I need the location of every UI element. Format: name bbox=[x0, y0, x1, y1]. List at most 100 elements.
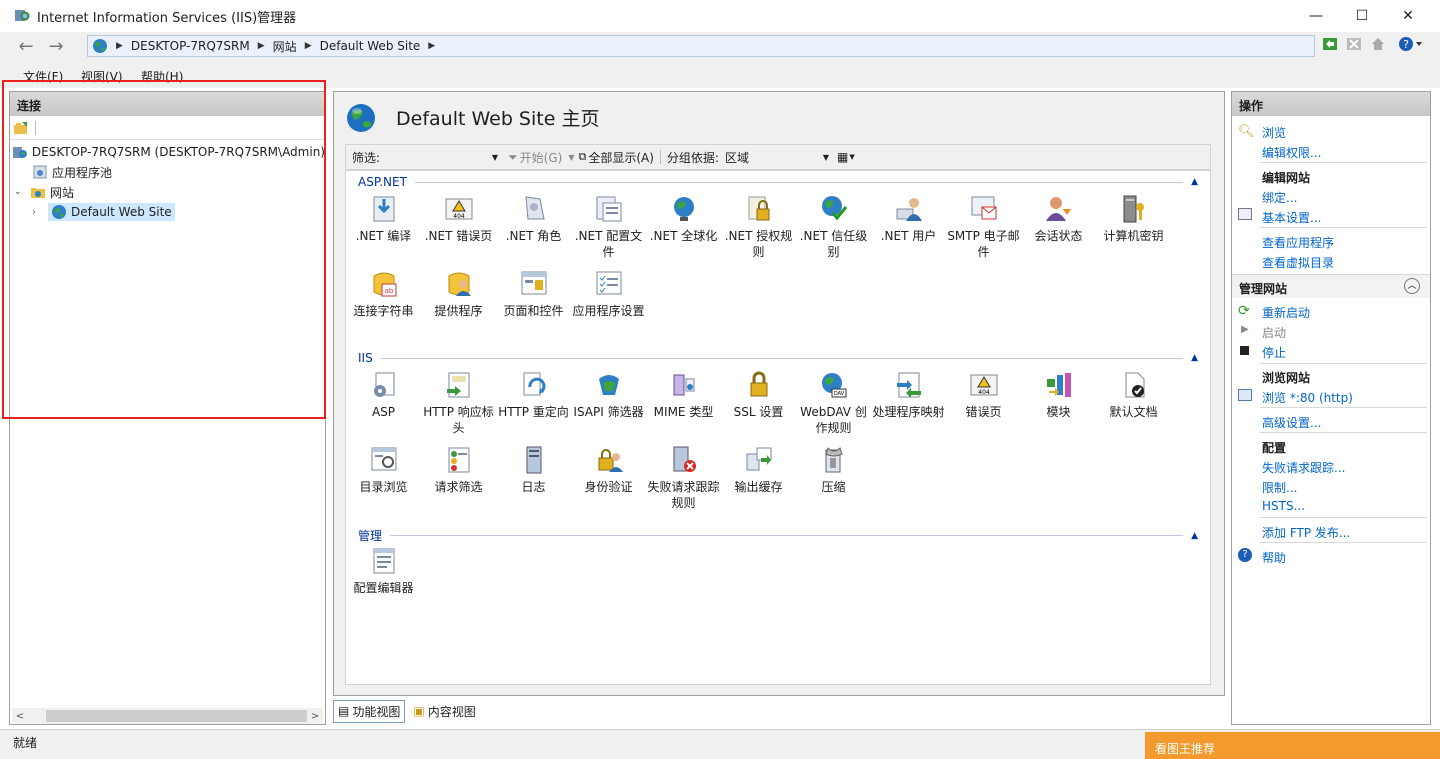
feature-item[interactable]: 配置编辑器 bbox=[346, 545, 421, 596]
action-view-applications[interactable]: 查看应用程序 bbox=[1262, 234, 1334, 251]
feature-item[interactable]: 页面和控件 bbox=[496, 268, 571, 319]
action-bindings[interactable]: 绑定... bbox=[1262, 189, 1297, 206]
home-icon[interactable] bbox=[1369, 35, 1387, 53]
action-restart[interactable]: 重新启动 bbox=[1262, 304, 1310, 321]
iis-app-icon bbox=[15, 10, 30, 21]
action-stop[interactable]: 停止 bbox=[1262, 344, 1286, 361]
refresh-icon[interactable] bbox=[1321, 35, 1339, 53]
section-management[interactable]: 管理 ▲ bbox=[358, 527, 1198, 544]
feature-item[interactable]: 提供程序 bbox=[421, 268, 496, 319]
feature-item[interactable]: 压缩 bbox=[796, 444, 871, 495]
content-view-icon: ▣ bbox=[413, 704, 425, 718]
feature-label: .NET 配置文件 bbox=[574, 229, 643, 259]
feature-item[interactable]: 输出缓存 bbox=[721, 444, 796, 495]
group-by-select[interactable]: 区域 ▼ bbox=[722, 147, 831, 167]
go-button[interactable]: ⏷ 开始(G) bbox=[508, 149, 562, 166]
feature-item[interactable]: 会话状态 bbox=[1021, 193, 1096, 244]
action-divider bbox=[1260, 227, 1427, 228]
feature-item[interactable]: 请求筛选 bbox=[421, 444, 496, 495]
feature-item[interactable]: 404 .NET 错误页 bbox=[421, 193, 496, 244]
section-aspnet[interactable]: ASP.NET ▲ bbox=[358, 175, 1198, 189]
collapse-icon[interactable]: ▲ bbox=[1191, 353, 1198, 363]
feature-item[interactable]: .NET 配置文件 bbox=[571, 193, 646, 260]
action-limits[interactable]: 限制... bbox=[1262, 479, 1297, 496]
feature-item[interactable]: SMTP 电子邮件 bbox=[946, 193, 1021, 260]
feature-item[interactable]: DAV WebDAV 创作规则 bbox=[796, 369, 871, 436]
forward-arrow-icon[interactable]: → bbox=[42, 35, 70, 57]
tab-features-view[interactable]: ▤ 功能视图 bbox=[333, 699, 406, 723]
feature-item[interactable]: 身份验证 bbox=[571, 444, 646, 495]
tab-content-view[interactable]: ▣ 内容视图 bbox=[411, 701, 477, 722]
breadcrumb-sites[interactable]: 网站 bbox=[273, 38, 297, 55]
scroll-left-icon[interactable]: < bbox=[12, 711, 28, 722]
feature-item[interactable]: .NET 用户 bbox=[871, 193, 946, 244]
feature-item[interactable]: ASP bbox=[346, 369, 421, 420]
action-hsts[interactable]: HSTS... bbox=[1262, 499, 1305, 513]
feature-item[interactable]: MIME 类型 bbox=[646, 369, 721, 420]
feature-item[interactable]: 模块 bbox=[1021, 369, 1096, 420]
feature-item[interactable]: ab 连接字符串 bbox=[346, 268, 421, 319]
feature-icon bbox=[1046, 373, 1071, 397]
action-browse-80[interactable]: 浏览 *:80 (http) bbox=[1262, 389, 1353, 406]
view-mode-button[interactable]: ▦ ▼ bbox=[837, 150, 855, 164]
go-dropdown-icon[interactable]: ▼ bbox=[568, 153, 574, 162]
maximize-button[interactable]: ☐ bbox=[1339, 0, 1385, 32]
feature-icon bbox=[748, 196, 769, 221]
feature-list: ASP.NET ▲ IIS ▲ 管理 ▲ .NET 编译 404 .NET 错误页 .NET… bbox=[345, 170, 1211, 685]
action-add-ftp[interactable]: 添加 FTP 发布... bbox=[1262, 524, 1350, 541]
feature-icon bbox=[373, 196, 394, 222]
feature-item[interactable]: .NET 编译 bbox=[346, 193, 421, 244]
action-help[interactable]: 帮助 bbox=[1262, 549, 1286, 566]
action-edit-permissions[interactable]: 编辑权限... bbox=[1262, 144, 1321, 161]
feature-item[interactable]: 日志 bbox=[496, 444, 571, 495]
breadcrumb-server[interactable]: DESKTOP-7RQ7SRM bbox=[131, 39, 250, 53]
horizontal-scrollbar[interactable]: < > bbox=[12, 708, 323, 724]
feature-item[interactable]: 处理程序映射 bbox=[871, 369, 946, 420]
back-arrow-icon[interactable]: ← bbox=[12, 35, 40, 57]
breadcrumb[interactable]: ▶ DESKTOP-7RQ7SRM ▶ 网站 ▶ Default Web Sit… bbox=[87, 35, 1315, 57]
action-advanced-settings[interactable]: 高级设置... bbox=[1262, 414, 1321, 431]
feature-item[interactable]: 404 错误页 bbox=[946, 369, 1021, 420]
collapse-icon[interactable]: ▲ bbox=[1191, 177, 1198, 187]
manage-site-header[interactable]: 管理网站 ︿ bbox=[1232, 274, 1430, 298]
filter-input[interactable]: ▼ bbox=[382, 147, 500, 167]
feature-item[interactable]: .NET 授权规则 bbox=[721, 193, 796, 260]
feature-item[interactable]: .NET 全球化 bbox=[646, 193, 721, 244]
help-dropdown-icon[interactable]: ? bbox=[1396, 35, 1426, 53]
feature-item[interactable]: 计算机密钥 bbox=[1096, 193, 1171, 244]
feature-item[interactable]: 目录浏览 bbox=[346, 444, 421, 495]
feature-icon bbox=[446, 372, 469, 398]
feature-icon bbox=[824, 447, 843, 473]
close-button[interactable]: ✕ bbox=[1385, 0, 1431, 32]
action-browse[interactable]: 浏览 bbox=[1262, 124, 1286, 141]
feature-icon bbox=[596, 271, 621, 295]
action-view-virtual-dirs[interactable]: 查看虚拟目录 bbox=[1262, 254, 1334, 271]
feature-label: MIME 类型 bbox=[653, 405, 714, 419]
action-basic-settings[interactable]: 基本设置... bbox=[1262, 209, 1321, 226]
feature-item[interactable]: .NET 角色 bbox=[496, 193, 571, 244]
feature-item[interactable]: HTTP 重定向 bbox=[496, 369, 571, 420]
feature-item[interactable]: 默认文档 bbox=[1096, 369, 1171, 420]
feature-item[interactable]: SSL 设置 bbox=[721, 369, 796, 420]
section-iis[interactable]: IIS ▲ bbox=[358, 351, 1198, 365]
feature-item[interactable]: .NET 信任级别 bbox=[796, 193, 871, 260]
feature-item[interactable]: ISAPI 筛选器 bbox=[571, 369, 646, 420]
minimize-button[interactable]: — bbox=[1293, 0, 1339, 32]
action-failed-request-tracing[interactable]: 失败请求跟踪... bbox=[1262, 459, 1345, 476]
scroll-right-icon[interactable]: > bbox=[307, 711, 323, 722]
stop-nav-icon[interactable] bbox=[1345, 35, 1363, 53]
collapse-up-icon[interactable]: ︿ bbox=[1404, 278, 1420, 294]
collapse-icon[interactable]: ▲ bbox=[1191, 531, 1198, 541]
feature-item[interactable]: 应用程序设置 bbox=[571, 268, 646, 319]
show-all-button[interactable]: ⧉ 全部显示(A) bbox=[578, 149, 653, 166]
scroll-thumb[interactable] bbox=[45, 710, 308, 722]
feature-label: 身份验证 bbox=[584, 480, 633, 494]
settings-page-icon bbox=[1238, 208, 1252, 220]
feature-item[interactable]: HTTP 响应标头 bbox=[421, 369, 496, 436]
breadcrumb-site[interactable]: Default Web Site bbox=[320, 39, 421, 53]
breadcrumb-separator: ▶ bbox=[257, 41, 265, 51]
feature-icon bbox=[526, 446, 541, 474]
feature-icon bbox=[598, 449, 623, 472]
feature-item[interactable]: 失败请求跟踪规则 bbox=[646, 444, 721, 511]
action-start[interactable]: 启动 bbox=[1262, 324, 1286, 341]
